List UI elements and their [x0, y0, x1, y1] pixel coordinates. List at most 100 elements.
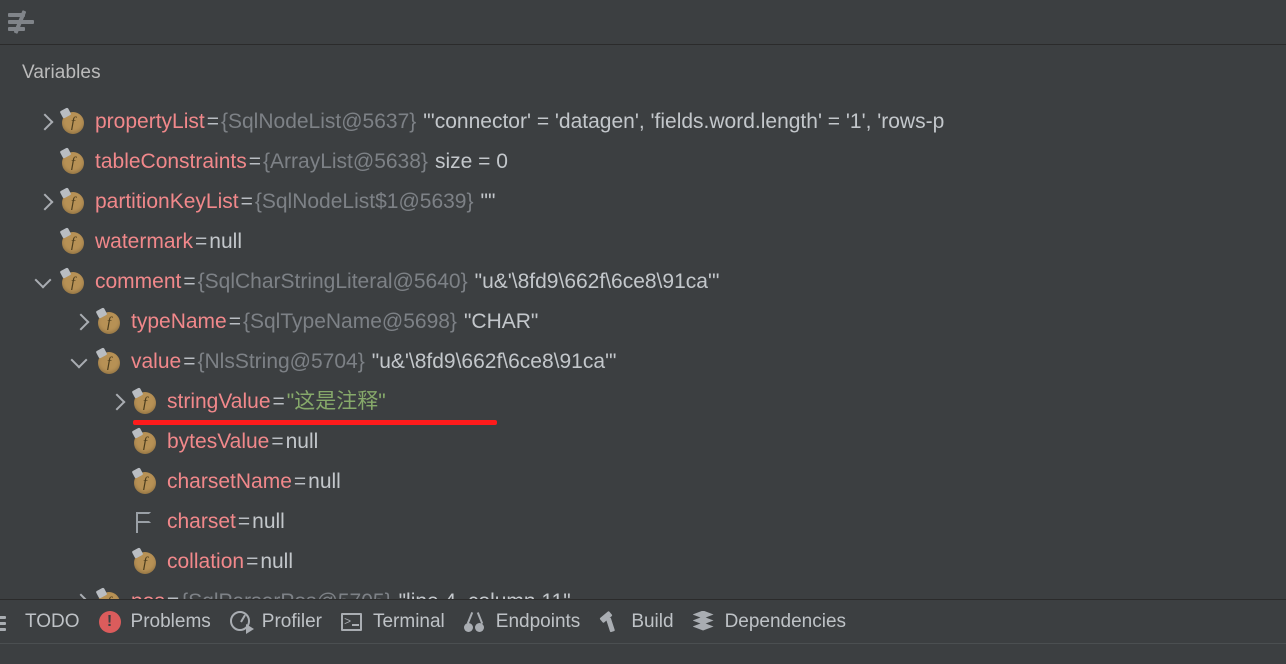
- terminal-icon: >: [340, 610, 364, 634]
- variable-row[interactable]: f tableConstraints = {ArrayList@5638} size…: [0, 142, 1286, 182]
- chevron-right-icon[interactable]: [34, 102, 60, 142]
- field-icon: f: [59, 227, 86, 255]
- variable-value: "这是注释": [286, 390, 386, 413]
- tool-window-label: Dependencies: [724, 610, 847, 632]
- variable-row[interactable]: f value = {NlsString@5704} "u&'\8fd9\662f\…: [0, 342, 1286, 382]
- variable-type: {SqlParserPos@5705}: [181, 582, 391, 599]
- tool-window-bar: TODO! Problems Profiler > Terminal Endpoints B…: [0, 599, 1286, 643]
- variable-type: {ArrayList@5638}: [263, 150, 428, 173]
- equals-sign: =: [248, 150, 262, 173]
- variable-name: collation: [167, 550, 245, 573]
- tool-window-label: Problems: [130, 610, 211, 632]
- variable-name: stringValue: [167, 390, 271, 413]
- tree-toggle-spacer: [34, 222, 60, 262]
- variable-row[interactable]: f typeName = {SqlTypeName@5698} "CHAR": [0, 302, 1286, 342]
- tree-toggle-spacer: [106, 502, 132, 542]
- variable-name: propertyList: [95, 110, 205, 133]
- variable-row[interactable]: f comment = {SqlCharStringLiteral@5640} "u…: [0, 262, 1286, 302]
- frames-icon[interactable]: [8, 10, 34, 34]
- tool-window-button-build[interactable]: Build: [594, 600, 687, 644]
- variable-name: tableConstraints: [95, 150, 247, 173]
- variable-row[interactable]: f collation = null: [0, 542, 1286, 582]
- variable-name: bytesValue: [167, 430, 270, 453]
- field-icon: f: [131, 547, 158, 575]
- field-icon: f: [131, 387, 158, 415]
- variable-type: {SqlTypeName@5698}: [242, 310, 457, 333]
- variables-tree[interactable]: f propertyList = {SqlNodeList@5637} "'conn…: [0, 101, 1286, 599]
- field-icon: f: [95, 307, 122, 335]
- chevron-right-icon[interactable]: [106, 382, 132, 422]
- status-strip: [0, 643, 1286, 664]
- tool-window-button-dependencies[interactable]: Dependencies: [688, 600, 860, 644]
- problems-icon: !: [98, 610, 122, 634]
- variable-value: null: [285, 430, 319, 453]
- variable-row[interactable]: charset = null: [0, 502, 1286, 542]
- tool-window-button-endpoints[interactable]: Endpoints: [459, 600, 595, 644]
- variable-type: {NlsString@5704}: [197, 350, 365, 373]
- variable-value: "line 4, column 11": [399, 582, 571, 599]
- variable-row[interactable]: f stringValue = "这是注释": [0, 382, 1286, 422]
- variable-row[interactable]: f charsetName = null: [0, 462, 1286, 502]
- tool-window-label: Endpoints: [495, 610, 581, 632]
- variable-value: null: [260, 550, 294, 573]
- debugger-window: Variables f propertyList = {SqlNodeList@5…: [0, 0, 1286, 664]
- chevron-down-icon[interactable]: [34, 262, 60, 302]
- variable-row[interactable]: f partitionKeyList = {SqlNodeList$1@5639}…: [0, 182, 1286, 222]
- field-icon: f: [59, 147, 86, 175]
- flag-icon: [132, 509, 158, 535]
- dependencies-icon: [692, 610, 716, 634]
- equals-sign: =: [183, 350, 196, 373]
- variable-value: "'connector' = 'datagen', 'fields.word.l…: [423, 110, 945, 133]
- endpoints-icon: [463, 610, 487, 634]
- todo-icon: [0, 610, 16, 634]
- profiler-icon: [229, 610, 254, 634]
- equals-sign: =: [271, 430, 284, 453]
- variable-value: null: [252, 510, 285, 533]
- variable-value: null: [209, 230, 242, 253]
- chevron-right-icon[interactable]: [34, 182, 60, 222]
- variable-name: pos: [131, 582, 165, 599]
- variable-row[interactable]: f propertyList = {SqlNodeList@5637} "'conn…: [0, 102, 1286, 142]
- field-icon: f: [95, 587, 122, 599]
- variable-row[interactable]: f watermark = null: [0, 222, 1286, 262]
- variable-name: partitionKeyList: [95, 190, 239, 213]
- variable-name: comment: [95, 270, 182, 293]
- equals-sign: =: [237, 510, 251, 533]
- field-icon: f: [59, 187, 86, 215]
- variable-value: size = 0: [434, 150, 508, 173]
- tool-window-label: Profiler: [261, 610, 322, 632]
- variables-tab-header[interactable]: Variables: [0, 45, 1286, 101]
- tool-window-button-terminal[interactable]: > Terminal: [336, 600, 459, 644]
- variable-name: charsetName: [167, 470, 292, 493]
- variable-row[interactable]: fpos = {SqlParserPos@5705} "line 4, colum…: [0, 582, 1286, 599]
- field-icon: f: [95, 347, 122, 375]
- equals-sign: =: [272, 390, 285, 413]
- tool-window-label: TODO: [25, 610, 80, 632]
- variables-tab-label: Variables: [22, 62, 101, 83]
- field-icon: f: [131, 427, 158, 455]
- equals-sign: =: [293, 470, 307, 493]
- variable-value: "u&'\8fd9\662f\6ce8\91ca'": [371, 350, 617, 373]
- tool-window-button-todo[interactable]: TODO: [0, 600, 94, 644]
- variable-value: "u&'\8fd9\662f\6ce8\91ca'": [474, 270, 720, 293]
- variable-row[interactable]: f bytesValue = null: [0, 422, 1286, 462]
- chevron-down-icon[interactable]: [70, 342, 96, 382]
- variable-type: {SqlNodeList$1@5639}: [254, 190, 474, 213]
- tool-window-button-profiler[interactable]: Profiler: [225, 600, 336, 644]
- build-icon: [598, 610, 622, 634]
- field-icon: f: [59, 107, 86, 135]
- equals-sign: =: [195, 230, 208, 253]
- field-icon: f: [131, 467, 158, 495]
- variable-name: watermark: [95, 230, 194, 253]
- red-underline-annotation: [133, 420, 497, 425]
- equals-sign: =: [165, 582, 181, 599]
- tool-window-label: Build: [631, 610, 674, 632]
- variable-name: value: [131, 350, 182, 373]
- equals-sign: =: [240, 190, 253, 213]
- tool-window-button-problems[interactable]: ! Problems: [94, 600, 225, 644]
- tree-toggle-spacer: [106, 542, 132, 582]
- equals-sign: =: [246, 550, 259, 573]
- chevron-right-icon[interactable]: [70, 302, 96, 342]
- chevron-right-icon[interactable]: [70, 582, 96, 599]
- tree-toggle-spacer: [34, 142, 60, 182]
